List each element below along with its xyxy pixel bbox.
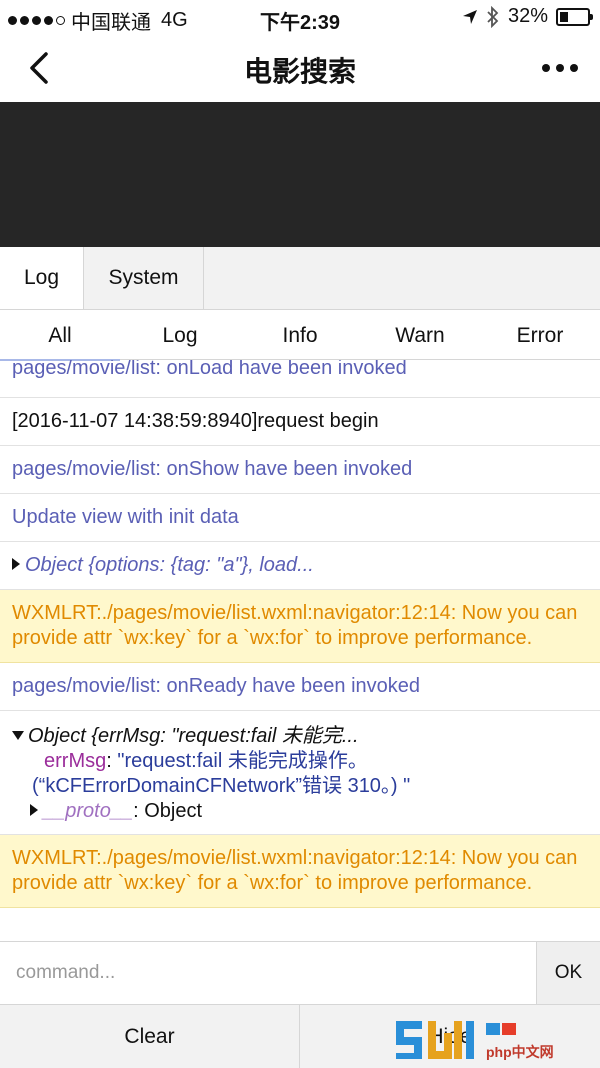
log-text: [2016-11-07 14:38:59:8940]request begin — [12, 410, 379, 432]
tab-system[interactable]: System — [84, 247, 204, 309]
collapse-triangle-icon[interactable] — [12, 731, 24, 740]
battery-percent: 32% — [507, 5, 548, 27]
log-text: pages/movie/list: onLoad have been invok… — [12, 360, 407, 379]
bluetooth-icon — [487, 5, 499, 28]
bottom-bar: Clear Hide php中文网 — [0, 1004, 600, 1068]
location-arrow-icon — [462, 9, 477, 24]
log-entry: pages/movie/list: onShow have been invok… — [0, 446, 600, 494]
nav-bar: 电影搜索 — [0, 34, 600, 102]
filter-all[interactable]: All — [0, 310, 120, 361]
battery-level — [560, 11, 568, 22]
clear-button[interactable]: Clear — [0, 1005, 300, 1068]
object-value-cont: (“kCFErrorDomainCFNetwork”错误 310。) " — [32, 775, 411, 797]
log-text: Update view with init data — [12, 506, 239, 528]
status-right: 32% — [462, 5, 593, 28]
proto-value: Object — [144, 800, 203, 822]
log-entry-object-collapsed[interactable]: Object {options: {tag: "a"}, load... — [0, 542, 600, 590]
filter-log[interactable]: Log — [120, 310, 240, 360]
log-entry-warning: WXMLRT:./pages/movie/list.wxml:navigator… — [0, 835, 600, 908]
log-entry-object-expanded[interactable]: Object {errMsg: "request:fail 未能完... err… — [0, 711, 600, 835]
log-entry: [2016-11-07 14:38:59:8940]request begin — [0, 398, 600, 446]
log-text: WXMLRT:./pages/movie/list.wxml:navigator… — [12, 847, 578, 894]
log-filter-bar: All Log Info Warn Error — [0, 310, 600, 361]
page-title: 电影搜索 — [243, 56, 356, 87]
object-key: errMsg — [44, 750, 107, 772]
log-text: pages/movie/list: onReady have been invo… — [12, 675, 421, 697]
log-text: pages/movie/list: onShow have been invok… — [12, 458, 413, 480]
command-input[interactable] — [0, 942, 536, 1004]
log-entry-warning: WXMLRT:./pages/movie/list.wxml:navigator… — [0, 590, 600, 663]
console-tab-bar: Log System — [0, 247, 600, 310]
log-list[interactable]: pages/movie/list: onLoad have been invok… — [0, 360, 600, 941]
expand-triangle-icon[interactable] — [12, 558, 20, 570]
object-value: "request:fail 未能完成操作。 — [117, 750, 368, 772]
watermark-site-text: php中文网 — [486, 1044, 554, 1060]
filter-warn[interactable]: Warn — [360, 310, 480, 360]
more-options-icon[interactable] — [542, 64, 578, 72]
tab-log[interactable]: Log — [0, 247, 84, 309]
ok-button[interactable]: OK — [536, 942, 600, 1004]
battery-icon — [556, 7, 593, 26]
filter-error[interactable]: Error — [480, 310, 600, 360]
log-entry: pages/movie/list: onReady have been invo… — [0, 663, 600, 711]
log-entry: Update view with init data — [0, 494, 600, 542]
log-text: Object {options: {tag: "a"}, load... — [25, 554, 314, 576]
site-watermark-logo: php中文网 — [396, 1021, 554, 1060]
log-text: WXMLRT:./pages/movie/list.wxml:navigator… — [12, 602, 578, 649]
filter-info[interactable]: Info — [240, 310, 360, 360]
log-text: Object {errMsg: "request:fail 未能完... — [28, 725, 359, 747]
expand-triangle-icon[interactable] — [30, 804, 38, 816]
command-bar: OK — [0, 941, 600, 1004]
status-bar: 中国联通 4G 下午2:39 32% — [0, 0, 600, 34]
log-entry: pages/movie/list: onLoad have been invok… — [0, 360, 600, 398]
page-content-area — [0, 102, 600, 247]
proto-key: __proto__ — [43, 800, 134, 822]
